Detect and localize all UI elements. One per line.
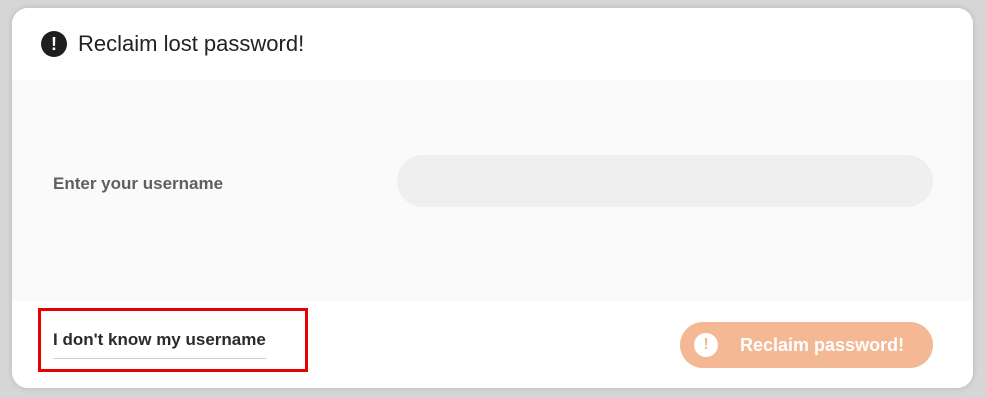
dialog-body: Enter your username (12, 80, 973, 301)
dialog-header: ! Reclaim lost password! (12, 8, 973, 81)
username-input[interactable] (397, 155, 933, 207)
username-label: Enter your username (53, 174, 224, 193)
reclaim-password-dialog: ! Reclaim lost password! Enter your user… (12, 8, 973, 388)
dialog-footer: I don't know my username ! Reclaim passw… (12, 301, 973, 388)
reclaim-password-label: Reclaim password! (740, 335, 905, 355)
exclamation-circle-icon: ! (41, 31, 67, 57)
reclaim-password-button[interactable]: ! Reclaim password! (680, 322, 933, 368)
forgot-username-link[interactable]: I don't know my username (53, 328, 266, 359)
dialog-title: Reclaim lost password! (78, 31, 305, 56)
exclamation-circle-icon: ! (694, 333, 718, 357)
